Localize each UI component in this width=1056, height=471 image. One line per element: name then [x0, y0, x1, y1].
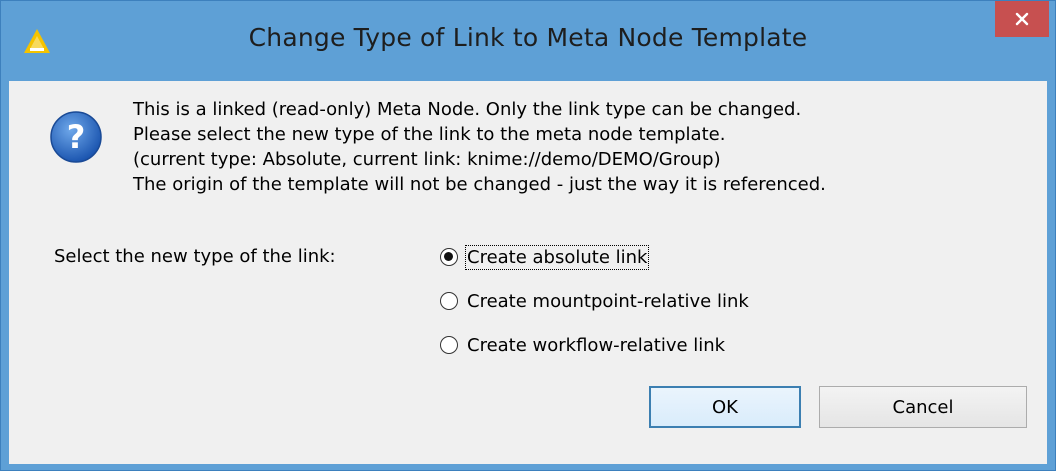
ok-button[interactable]: OK — [649, 386, 801, 428]
close-button[interactable] — [995, 1, 1049, 37]
link-type-label: Select the new type of the link: — [54, 246, 336, 267]
question-icon: ? — [50, 111, 102, 163]
message-text: This is a linked (read-only) Meta Node. … — [133, 97, 826, 197]
radio-mountpoint-relative-link[interactable]: Create mountpoint-relative link — [440, 287, 750, 315]
message-line: The origin of the template will not be c… — [133, 174, 826, 195]
radio-label[interactable]: Create absolute link — [464, 244, 650, 270]
radio-button-checked[interactable] — [440, 248, 458, 266]
radio-absolute-link[interactable]: Create absolute link — [440, 243, 650, 271]
radio-label[interactable]: Create mountpoint-relative link — [466, 290, 750, 313]
title-bar[interactable]: Change Type of Link to Meta Node Templat… — [1, 1, 1055, 81]
dialog-window: Change Type of Link to Meta Node Templat… — [0, 0, 1056, 471]
close-icon — [1015, 12, 1029, 26]
radio-button[interactable] — [440, 292, 458, 310]
radio-label[interactable]: Create workflow-relative link — [466, 334, 726, 357]
message-line: Please select the new type of the link t… — [133, 124, 726, 145]
cancel-button[interactable]: Cancel — [819, 386, 1027, 428]
radio-workflow-relative-link[interactable]: Create workflow-relative link — [440, 331, 726, 359]
message-line: This is a linked (read-only) Meta Node. … — [133, 99, 802, 120]
svg-text:?: ? — [67, 118, 86, 156]
window-title: Change Type of Link to Meta Node Templat… — [248, 23, 808, 52]
dialog-body: ? This is a linked (read-only) Meta Node… — [9, 81, 1047, 464]
message-line: (current type: Absolute, current link: k… — [133, 149, 721, 170]
radio-button[interactable] — [440, 336, 458, 354]
